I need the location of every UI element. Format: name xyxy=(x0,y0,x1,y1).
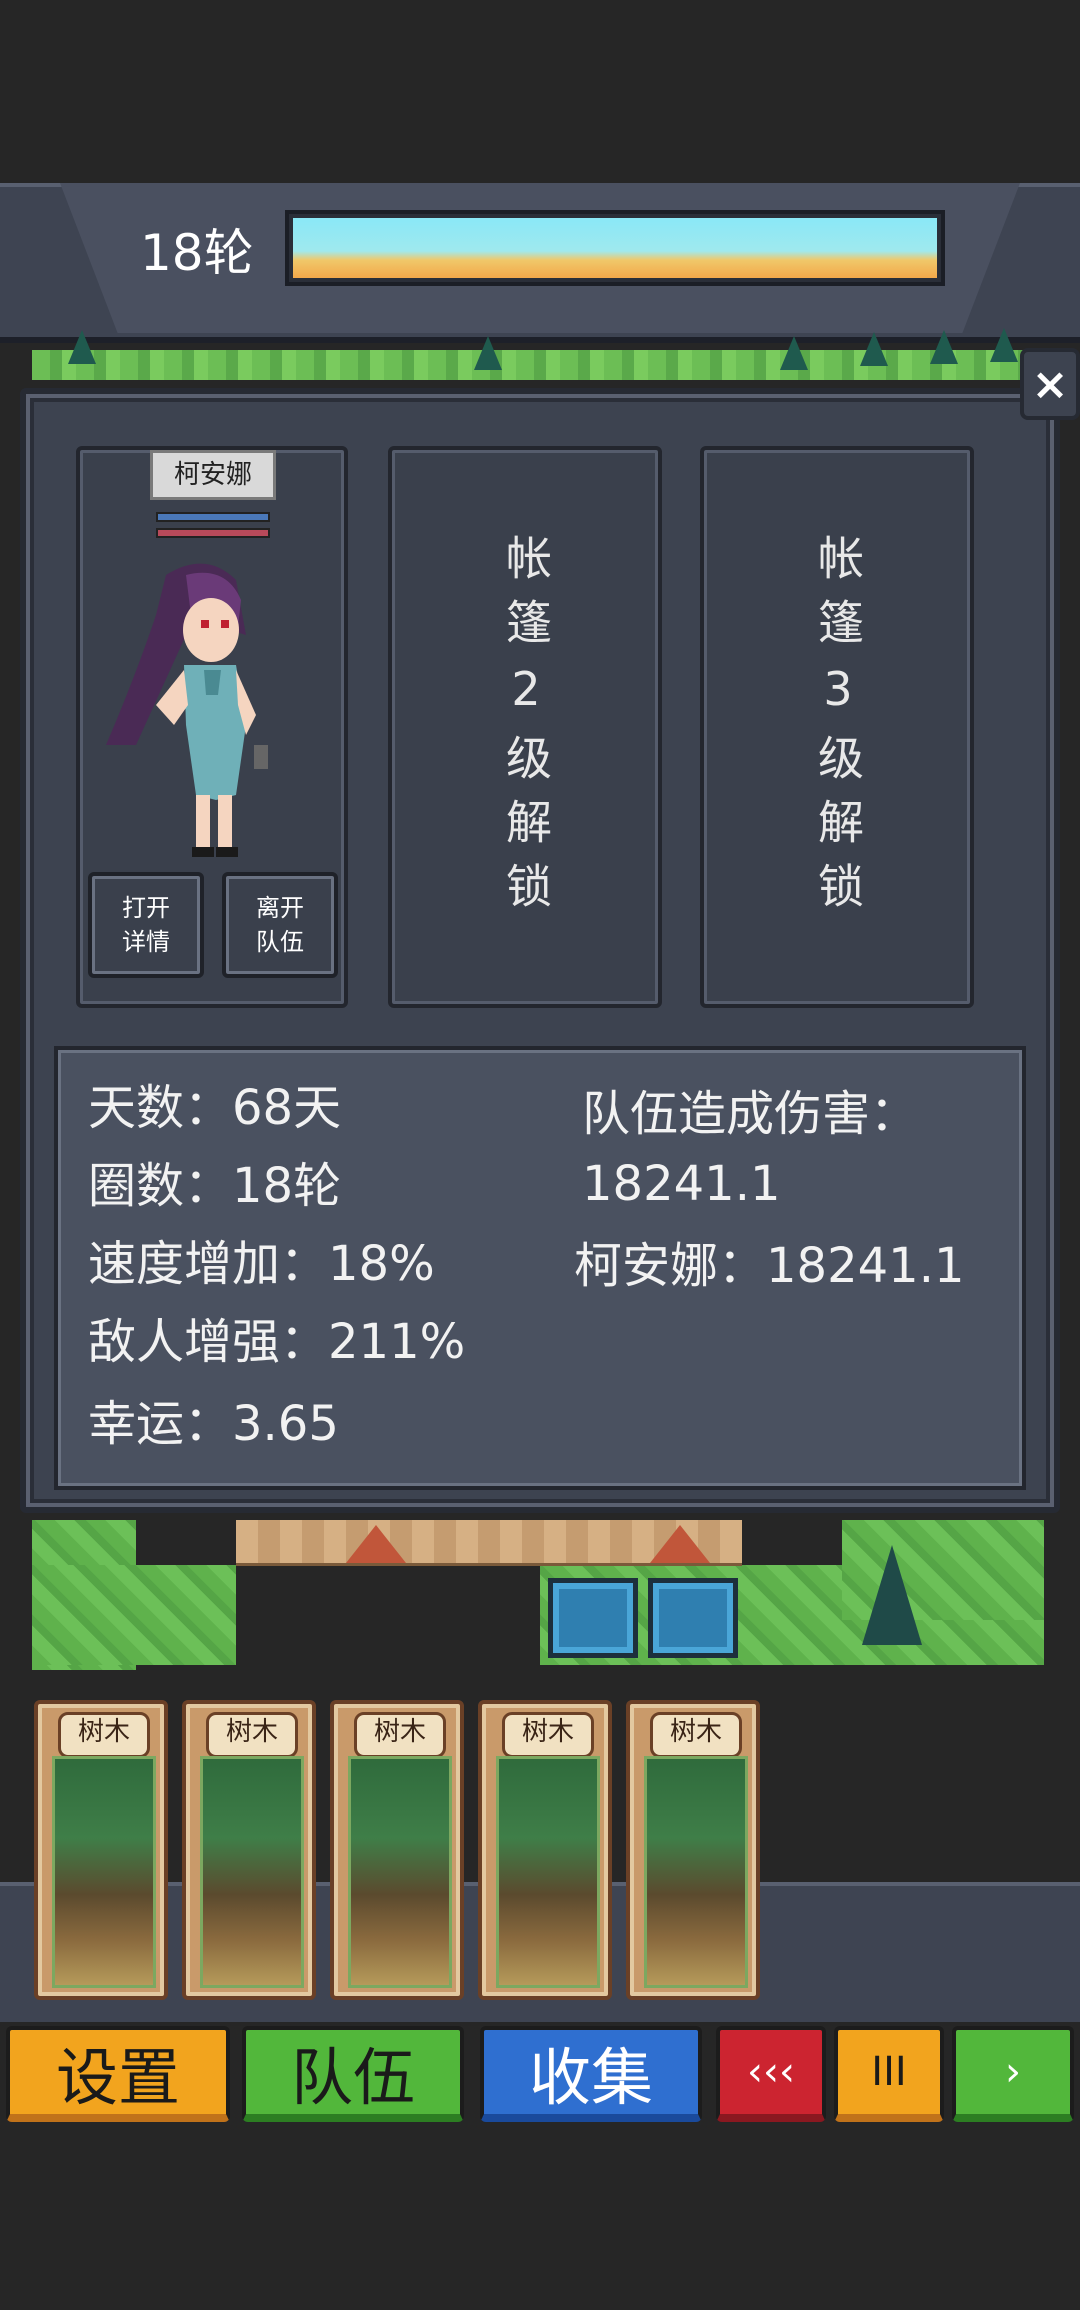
open-details-label: 打开 详情 xyxy=(122,894,170,956)
settings-button[interactable]: 设置 xyxy=(6,2026,230,2122)
damage-total: 18241.1 xyxy=(582,1156,781,1212)
tree-icon xyxy=(474,336,502,370)
tent-icon xyxy=(650,1525,710,1563)
collection-button[interactable]: 收集 xyxy=(480,2026,702,2122)
card-label: 树木 xyxy=(58,1712,150,1758)
next-button[interactable]: › xyxy=(952,2026,1074,2122)
close-button[interactable]: × xyxy=(1020,348,1080,420)
card-label: 树木 xyxy=(502,1712,594,1758)
card-label: 树木 xyxy=(354,1712,446,1758)
card-tree[interactable]: 树木 xyxy=(478,1700,612,2000)
tree-icon xyxy=(930,330,958,364)
stat-speed: 速度增加：18% xyxy=(88,1236,435,1292)
tent-icon xyxy=(346,1525,406,1563)
health-bar xyxy=(156,512,270,522)
pine-tree-icon xyxy=(862,1545,922,1645)
tree-icon xyxy=(990,328,1018,362)
slot-2-unlock-text: 帐篷2级解锁 xyxy=(499,534,553,926)
tree-icon xyxy=(68,330,96,364)
card-tree[interactable]: 树木 xyxy=(34,1700,168,2000)
leave-team-button[interactable]: 离开 队伍 xyxy=(222,872,338,978)
stat-days: 天数：68天 xyxy=(88,1080,342,1136)
card-tree[interactable]: 树木 xyxy=(626,1700,760,2000)
card-label: 树木 xyxy=(650,1712,742,1758)
tree-icon xyxy=(780,336,808,370)
card-label: 树木 xyxy=(206,1712,298,1758)
slot-3-unlock-text: 帐篷3级解锁 xyxy=(811,534,865,926)
forest-art xyxy=(496,1756,600,1988)
round-progress-bar xyxy=(285,210,945,286)
card-tree[interactable]: 树木 xyxy=(182,1700,316,2000)
leave-team-label: 离开 队伍 xyxy=(256,894,304,956)
open-details-button[interactable]: 打开 详情 xyxy=(88,872,204,978)
map-grass-tile xyxy=(32,1565,236,1665)
forest-art xyxy=(348,1756,452,1988)
water-tile xyxy=(548,1578,638,1658)
stat-luck: 幸运：3.65 xyxy=(88,1396,339,1452)
stat-rounds: 圈数：18轮 xyxy=(88,1158,342,1214)
character-name-tag: 柯安娜 xyxy=(150,450,276,500)
water-tile xyxy=(648,1578,738,1658)
stat-enemy: 敌人增强：211% xyxy=(88,1314,466,1370)
pause-button[interactable]: III xyxy=(834,2026,944,2122)
round-counter: 18轮 xyxy=(140,224,254,282)
tree-icon xyxy=(860,332,888,366)
forest-art xyxy=(644,1756,748,1988)
round-progress-fill xyxy=(293,218,937,278)
damage-title: 队伍造成伤害： xyxy=(582,1086,919,1142)
member-damage: 柯安娜：18241.1 xyxy=(574,1238,965,1294)
mana-bar xyxy=(156,528,270,538)
team-button[interactable]: 队伍 xyxy=(242,2026,464,2122)
card-tree[interactable]: 树木 xyxy=(330,1700,464,2000)
forest-art xyxy=(52,1756,156,1988)
rewind-button[interactable]: ‹‹‹ xyxy=(716,2026,826,2122)
character-sprite xyxy=(106,563,268,857)
forest-art xyxy=(200,1756,304,1988)
